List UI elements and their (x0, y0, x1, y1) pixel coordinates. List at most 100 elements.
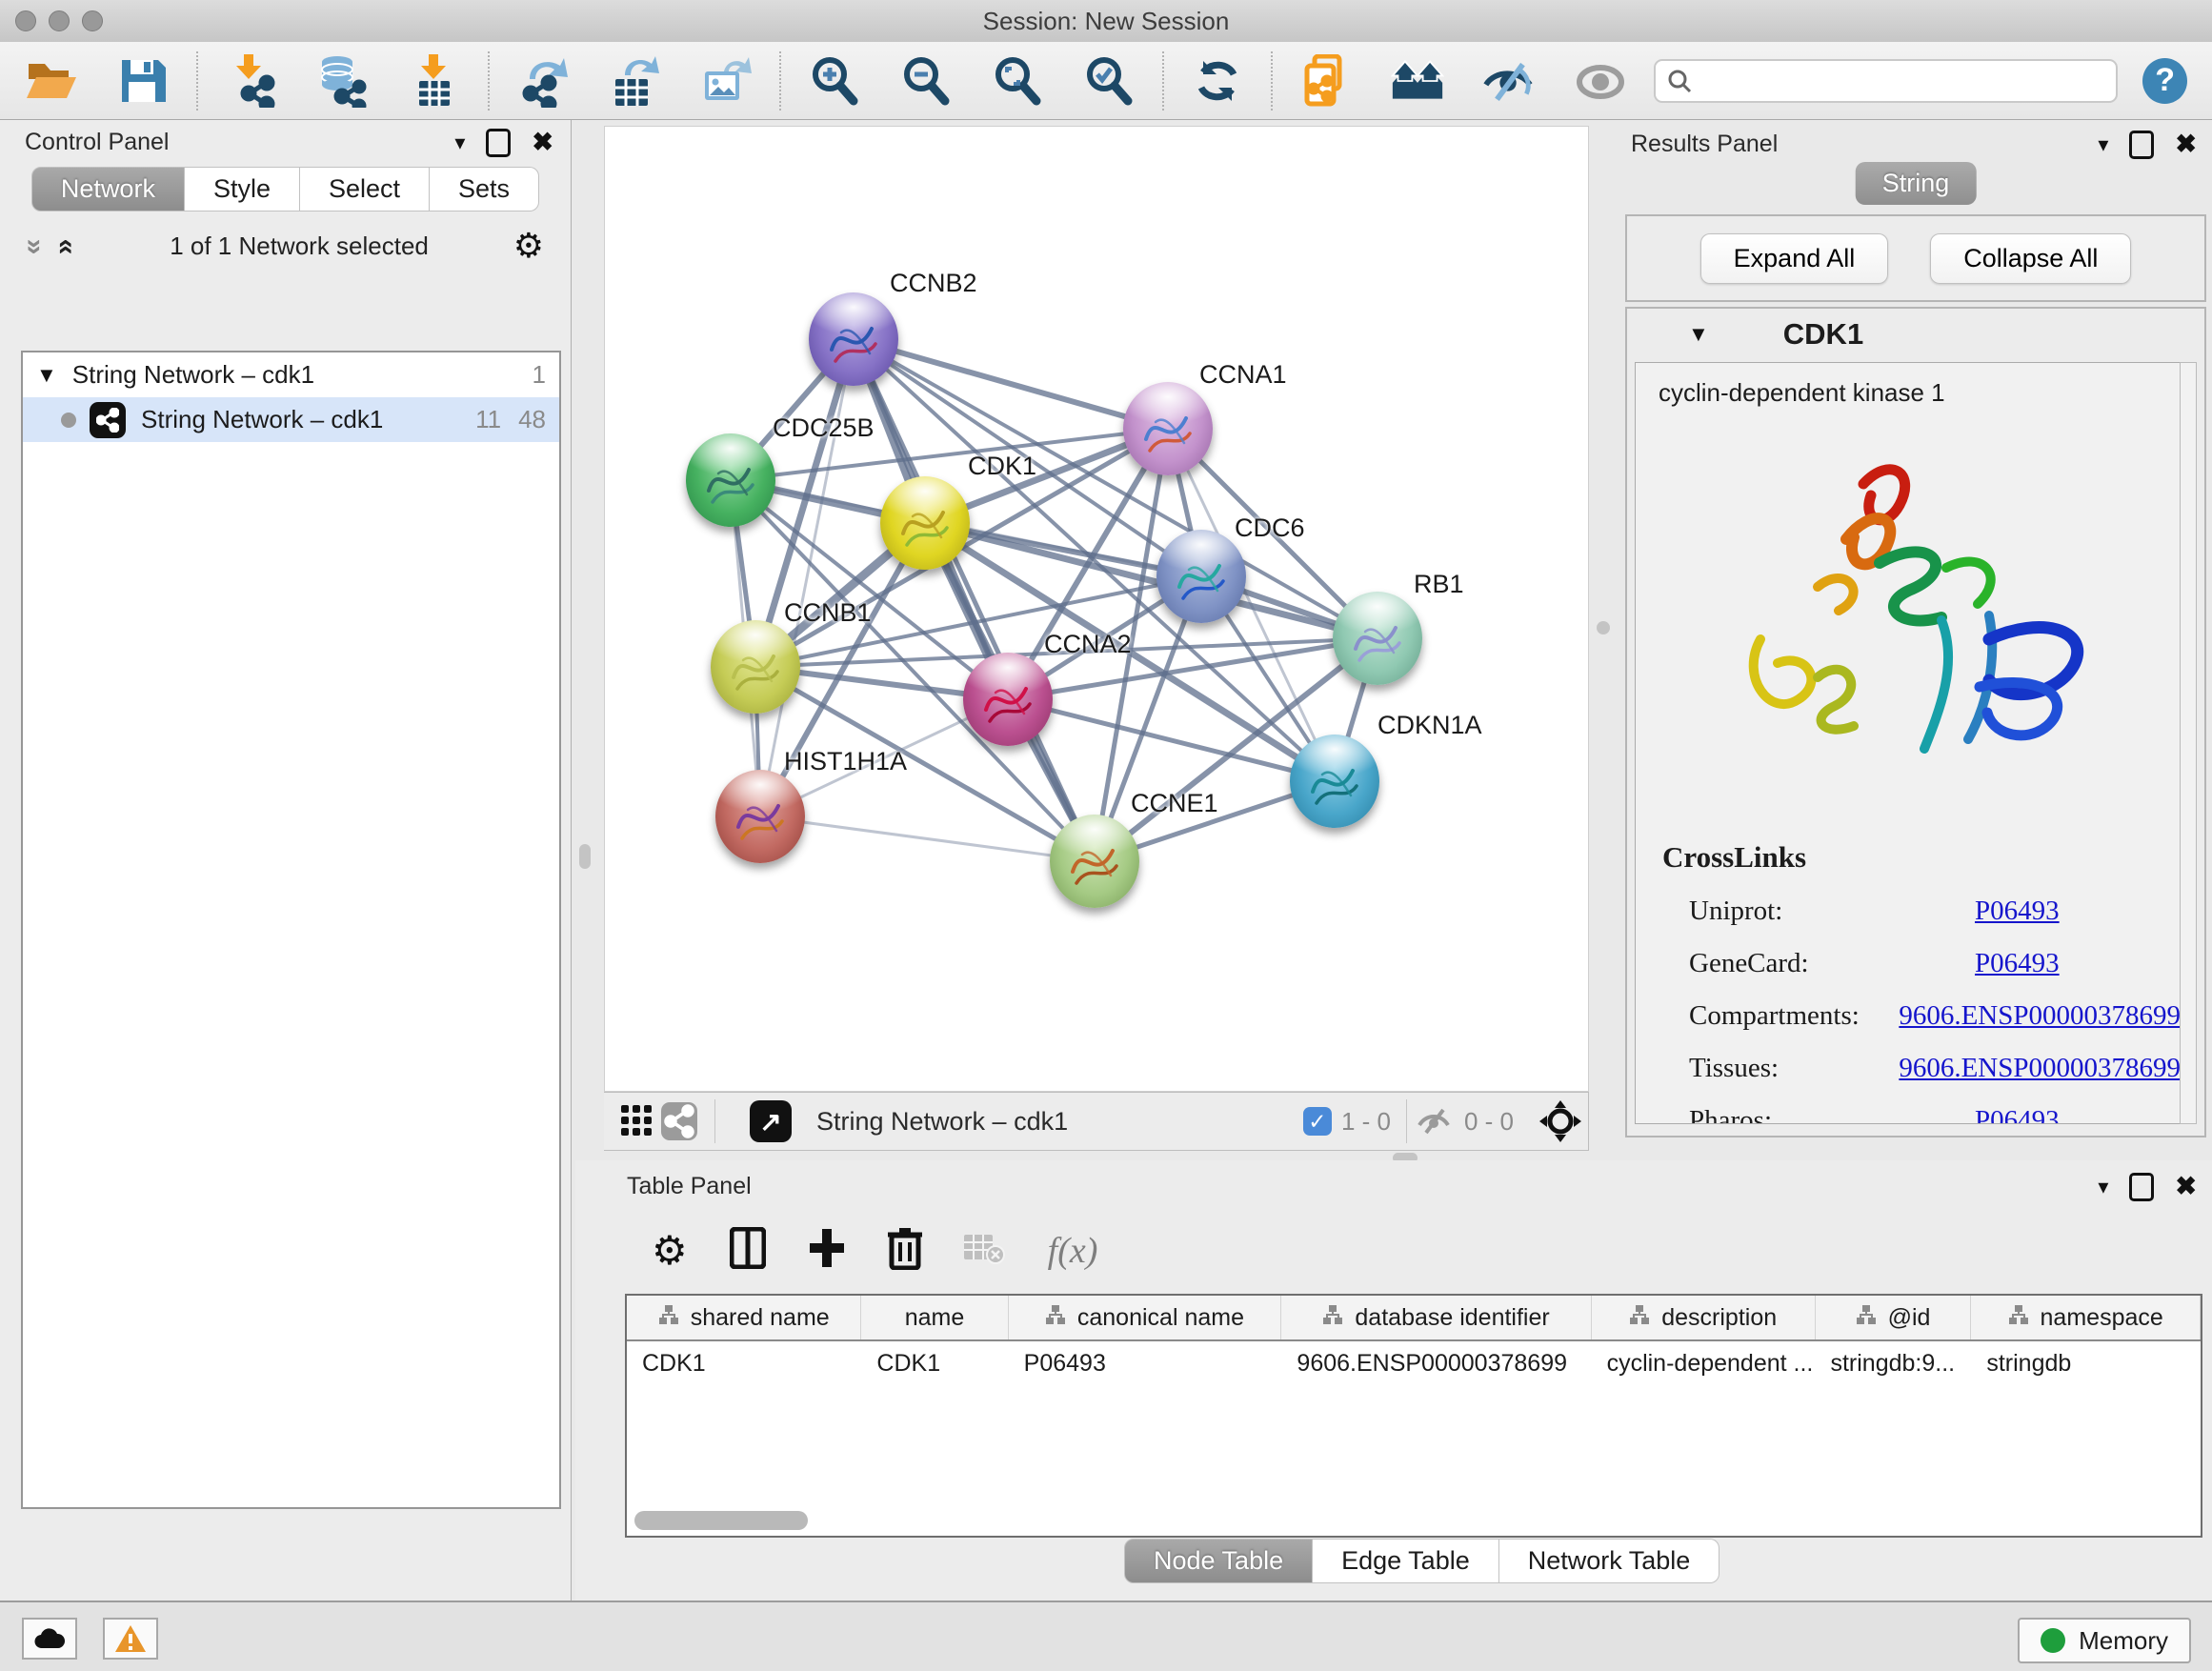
show-columns-icon[interactable] (730, 1227, 766, 1274)
control-panel-close-icon[interactable]: ✖ (532, 128, 553, 157)
edge-CCNB2-HIST1H1A[interactable] (760, 339, 854, 816)
node-CDC25B[interactable] (686, 433, 775, 527)
delete-column-icon[interactable] (888, 1226, 922, 1275)
control-panel-float-icon[interactable] (486, 129, 511, 157)
cloud-button[interactable] (22, 1618, 77, 1660)
column-header-canonical-name[interactable]: canonical name (1009, 1296, 1282, 1339)
network-share-icon[interactable] (657, 1095, 701, 1148)
collection-expand-icon[interactable]: ▼ (36, 363, 57, 388)
crosslink-link[interactable]: 9606.ENSP00000378699 (1899, 1000, 2181, 1032)
export-table-icon[interactable] (608, 54, 661, 108)
node-HIST1H1A[interactable] (715, 770, 805, 863)
protein-collapse-icon[interactable]: ▼ (1688, 322, 1709, 347)
table-horizontal-scrollbar[interactable] (634, 1511, 808, 1530)
network-options-gear-icon[interactable]: ⚙ (513, 227, 544, 266)
table-cell[interactable]: CDK1 (627, 1341, 861, 1385)
results-panel-float-icon[interactable] (2129, 131, 2154, 159)
results-scrollbar[interactable] (2180, 362, 2197, 1124)
column-header-name[interactable]: name (861, 1296, 1008, 1339)
tab-sets[interactable]: Sets (430, 167, 539, 211)
table-cell[interactable]: 9606.ENSP00000378699 (1281, 1341, 1591, 1385)
table-panel-menu-icon[interactable]: ▾ (2098, 1175, 2108, 1199)
tab-network-table[interactable]: Network Table (1499, 1539, 1720, 1583)
column-header-namespace[interactable]: namespace (1971, 1296, 2201, 1339)
refresh-icon[interactable] (1191, 54, 1244, 108)
node-CCNB1[interactable] (711, 620, 800, 714)
table-cell[interactable]: stringdb:9... (1815, 1341, 1971, 1385)
import-database-icon[interactable] (316, 54, 370, 108)
left-splitter-handle[interactable] (579, 844, 591, 869)
results-panel-menu-icon[interactable]: ▾ (2098, 132, 2108, 157)
zoom-selected-icon[interactable] (1082, 54, 1136, 108)
zoom-out-icon[interactable] (899, 54, 953, 108)
tab-edge-table[interactable]: Edge Table (1313, 1539, 1499, 1583)
right-splitter-handle[interactable] (1597, 621, 1610, 634)
edge-HIST1H1A-CCNE1[interactable] (760, 816, 1095, 861)
results-panel-close-icon[interactable]: ✖ (2175, 130, 2197, 159)
search-input[interactable] (1701, 66, 2104, 95)
search-box[interactable] (1654, 59, 2118, 103)
export-image-icon[interactable] (699, 54, 753, 108)
birds-eye-view-icon[interactable] (1533, 1095, 1588, 1148)
tab-node-table[interactable]: Node Table (1124, 1539, 1313, 1583)
eye-slash-icon[interactable] (1482, 54, 1536, 108)
tab-network[interactable]: Network (31, 167, 185, 211)
help-icon[interactable]: ? (2142, 58, 2187, 104)
node-CCNA2[interactable] (963, 653, 1053, 746)
crosslink-link[interactable]: P06493 (1975, 896, 2060, 927)
collapse-all-networks-icon[interactable]: » (48, 238, 80, 254)
node-CCNE1[interactable] (1050, 815, 1139, 908)
expand-all-button[interactable]: Expand All (1700, 233, 1889, 284)
zoom-fit-icon[interactable] (991, 54, 1044, 108)
column-header-description[interactable]: description (1592, 1296, 1816, 1339)
control-panel-menu-icon[interactable]: ▾ (454, 131, 465, 155)
close-window-button[interactable] (15, 10, 36, 31)
node-RB1[interactable] (1333, 592, 1422, 685)
table-cell[interactable]: P06493 (1009, 1341, 1282, 1385)
open-session-icon[interactable] (25, 54, 78, 108)
column-header-shared-name[interactable]: shared name (627, 1296, 861, 1339)
network-canvas[interactable]: CCNB2CCNA1CDC25BCDK1CDC6RB1CCNB1CCNA2CDK… (604, 126, 1589, 1092)
network-collection-row[interactable]: ▼ String Network – cdk1 1 (23, 352, 559, 397)
table-cell[interactable]: cyclin-dependent ... (1592, 1341, 1816, 1385)
eye-icon[interactable] (1574, 54, 1627, 108)
node-CCNA1[interactable] (1123, 382, 1213, 475)
selected-nodes-checkbox[interactable]: ✓ (1303, 1107, 1332, 1136)
open-in-window-icon[interactable]: ↗ (750, 1100, 792, 1142)
node-CDKN1A[interactable] (1290, 735, 1379, 828)
crosslink-link[interactable]: P06493 (1975, 1105, 2060, 1124)
export-network-icon[interactable] (516, 54, 570, 108)
table-cell[interactable]: stringdb (1971, 1341, 2201, 1385)
add-column-icon[interactable] (808, 1227, 846, 1274)
network-row[interactable]: String Network – cdk1 11 48 (23, 397, 559, 442)
zoom-window-button[interactable] (82, 10, 103, 31)
tab-select[interactable]: Select (300, 167, 430, 211)
memory-button[interactable]: Memory (2018, 1618, 2191, 1663)
homes-icon[interactable] (1391, 54, 1444, 108)
table-cell[interactable]: CDK1 (861, 1341, 1008, 1385)
grid-view-icon[interactable] (617, 1095, 657, 1148)
save-session-icon[interactable] (116, 54, 170, 108)
zoom-in-icon[interactable] (808, 54, 861, 108)
copy-network-icon[interactable] (1299, 54, 1353, 108)
table-panel-float-icon[interactable] (2129, 1173, 2154, 1201)
column-header-@id[interactable]: @id (1816, 1296, 1972, 1339)
node-CDC6[interactable] (1156, 530, 1246, 623)
tab-style[interactable]: Style (185, 167, 300, 211)
node-CDK1[interactable] (880, 476, 970, 570)
warning-button[interactable] (103, 1618, 158, 1660)
tab-string[interactable]: String (1856, 162, 1977, 205)
table-row[interactable]: CDK1CDK1P064939606.ENSP00000378699cyclin… (627, 1341, 2201, 1385)
table-panel-close-icon[interactable]: ✖ (2175, 1172, 2197, 1201)
import-table-icon[interactable] (408, 54, 461, 108)
column-header-database-identifier[interactable]: database identifier (1281, 1296, 1591, 1339)
import-network-icon[interactable] (225, 54, 278, 108)
node-CCNB2[interactable] (809, 292, 898, 386)
crosslink-link[interactable]: 9606.ENSP00000378699 (1899, 1053, 2181, 1084)
expand-all-networks-icon[interactable]: » (18, 238, 50, 254)
minimize-window-button[interactable] (49, 10, 70, 31)
crosslink-link[interactable]: P06493 (1975, 948, 2060, 979)
table-options-gear-icon[interactable]: ⚙ (652, 1227, 688, 1274)
collapse-all-button[interactable]: Collapse All (1930, 233, 2131, 284)
window-controls[interactable] (15, 10, 103, 31)
